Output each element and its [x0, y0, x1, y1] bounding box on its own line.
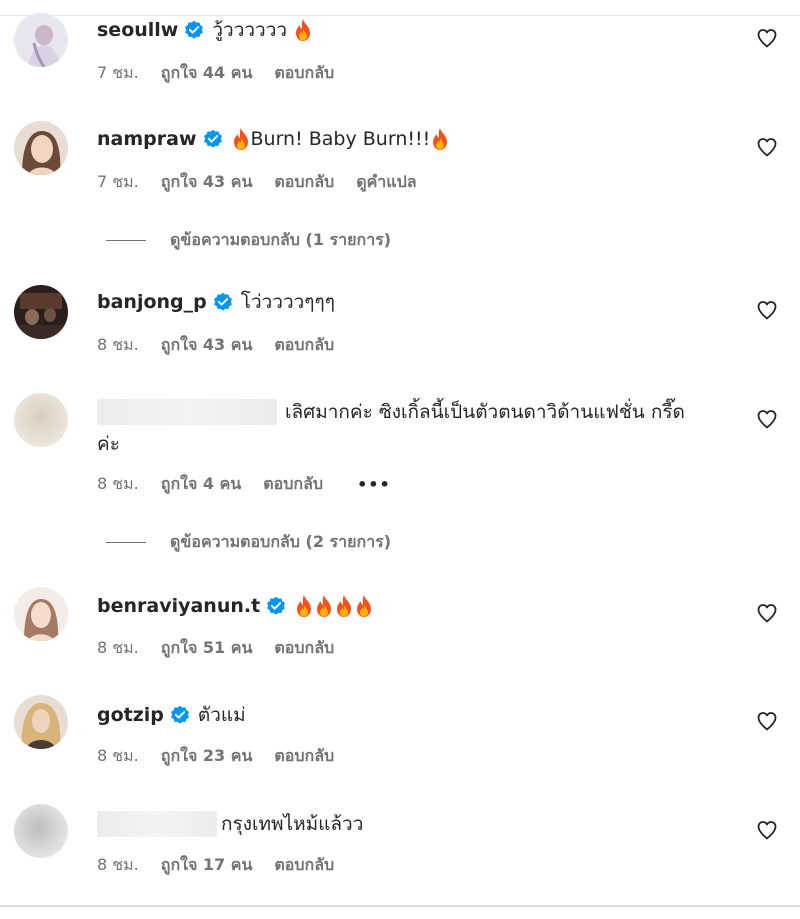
avatar[interactable] — [14, 13, 68, 67]
avatar[interactable] — [14, 285, 68, 339]
timestamp[interactable]: 7 ชม. — [97, 61, 139, 86]
reply-button[interactable]: ตอบกลับ — [274, 853, 334, 878]
username[interactable]: benraviyanun.t — [97, 593, 260, 619]
comment-text-line: banjong_p โว่ววววๆๆๆ — [97, 289, 335, 315]
avatar[interactable] — [14, 695, 68, 749]
verified-badge-icon — [213, 292, 233, 312]
fire-emoji-icon — [334, 594, 354, 618]
comment-text: วู้วววววว — [212, 19, 288, 41]
comment-text-line: benraviyanun.t — [97, 593, 374, 619]
comment-meta: 8 ชม. ถูกใจ 23 คน ตอบกลับ — [97, 744, 356, 769]
timestamp[interactable]: 8 ชม. — [97, 744, 139, 769]
reply-button[interactable]: ตอบกลับ — [274, 333, 334, 358]
reply-button[interactable]: ตอบกลับ — [263, 472, 323, 497]
view-replies-button[interactable]: ดูข้อความตอบกลับ (1 รายการ) — [106, 228, 391, 253]
view-replies-label: ดูข้อความตอบกลับ (1 รายการ) — [170, 230, 392, 249]
reply-button[interactable]: ตอบกลับ — [274, 744, 334, 769]
comment-text-line: gotzip ตัวแม่ — [97, 702, 246, 728]
comment-meta: 8 ชม. ถูกใจ 43 คน ตอบกลับ — [97, 333, 356, 358]
fire-emoji-icon — [314, 594, 334, 618]
avatar[interactable] — [14, 587, 68, 641]
comment-text-line: เลิศมากค่ะ ซิงเกิ้ลนี้เป็นตัวตนดาวิด้านแ… — [97, 399, 685, 425]
fire-emoji-icon — [293, 18, 313, 42]
comment-text-continued: ค่ะ — [97, 433, 120, 455]
comment-text-line-2: ค่ะ — [97, 431, 120, 457]
likes-count[interactable]: ถูกใจ 44 คน — [161, 61, 253, 86]
blurred-username[interactable] — [97, 399, 277, 425]
comment-meta: 8 ชม. ถูกใจ 4 คน ตอบกลับ ••• — [97, 472, 413, 497]
username[interactable]: banjong_p — [97, 289, 207, 315]
translate-button[interactable]: ดูคำแปล — [356, 170, 416, 195]
avatar[interactable] — [14, 804, 68, 858]
comment-text: เลิศมากค่ะ ซิงเกิ้ลนี้เป็นตัวตนดาวิด้านแ… — [285, 401, 685, 423]
verified-badge-icon — [203, 129, 223, 149]
reply-button[interactable]: ตอบกลับ — [274, 170, 334, 195]
heart-icon[interactable] — [755, 298, 779, 322]
heart-icon[interactable] — [755, 601, 779, 625]
comment-text-line: seoullw วู้วววววว — [97, 17, 313, 43]
comment-meta: 7 ชม. ถูกใจ 44 คน ตอบกลับ — [97, 61, 356, 86]
comment-text: ตัวแม่ — [197, 704, 246, 726]
reply-button[interactable]: ตอบกลับ — [274, 636, 334, 661]
reply-button[interactable]: ตอบกลับ — [274, 61, 334, 86]
avatar[interactable] — [14, 393, 68, 447]
username[interactable]: seoullw — [97, 17, 178, 43]
fire-emoji-icon — [354, 594, 374, 618]
timestamp[interactable]: 8 ชม. — [97, 853, 139, 878]
heart-icon[interactable] — [755, 407, 779, 431]
fire-emoji-icon — [294, 594, 314, 618]
username[interactable]: gotzip — [97, 702, 164, 728]
likes-count[interactable]: ถูกใจ 23 คน — [161, 744, 253, 769]
comment-meta: 8 ชม. ถูกใจ 51 คน ตอบกลับ — [97, 636, 356, 661]
blurred-username[interactable] — [97, 811, 217, 837]
timestamp[interactable]: 8 ชม. — [97, 636, 139, 661]
likes-count[interactable]: ถูกใจ 4 คน — [161, 472, 241, 497]
timestamp[interactable]: 8 ชม. — [97, 333, 139, 358]
comment-text: กรุงเทพไหม้แล้วว — [221, 813, 364, 835]
likes-count[interactable]: ถูกใจ 43 คน — [161, 333, 253, 358]
heart-icon[interactable] — [755, 818, 779, 842]
likes-count[interactable]: ถูกใจ 51 คน — [161, 636, 253, 661]
username[interactable]: nampraw — [97, 126, 197, 152]
verified-badge-icon — [170, 705, 190, 725]
replies-divider — [106, 542, 146, 543]
top-divider — [0, 15, 800, 16]
heart-icon[interactable] — [755, 26, 779, 50]
fire-emoji-icon — [231, 127, 251, 151]
likes-count[interactable]: ถูกใจ 43 คน — [161, 170, 253, 195]
comment-text: Burn! Baby Burn!!! — [250, 128, 431, 150]
fire-emoji-icon — [430, 127, 450, 151]
verified-badge-icon — [184, 20, 204, 40]
comment-meta: 7 ชม. ถูกใจ 43 คน ตอบกลับ ดูคำแปล — [97, 170, 439, 195]
heart-icon[interactable] — [755, 135, 779, 159]
comment-text-line: nampraw Burn! Baby Burn!!! — [97, 126, 450, 152]
likes-count[interactable]: ถูกใจ 17 คน — [161, 853, 253, 878]
heart-icon[interactable] — [755, 709, 779, 733]
timestamp[interactable]: 8 ชม. — [97, 472, 139, 497]
verified-badge-icon — [266, 596, 286, 616]
avatar[interactable] — [14, 121, 68, 175]
more-options-icon[interactable]: ••• — [357, 475, 391, 494]
view-replies-button[interactable]: ดูข้อความตอบกลับ (2 รายการ) — [106, 530, 391, 555]
comment-text-line: กรุงเทพไหม้แล้วว — [97, 811, 363, 837]
bottom-divider — [0, 905, 800, 907]
comment-text: โว่ววววๆๆๆ — [240, 291, 335, 313]
replies-divider — [106, 240, 146, 241]
timestamp[interactable]: 7 ชม. — [97, 170, 139, 195]
view-replies-label: ดูข้อความตอบกลับ (2 รายการ) — [170, 532, 392, 551]
comment-meta: 8 ชม. ถูกใจ 17 คน ตอบกลับ — [97, 853, 356, 878]
